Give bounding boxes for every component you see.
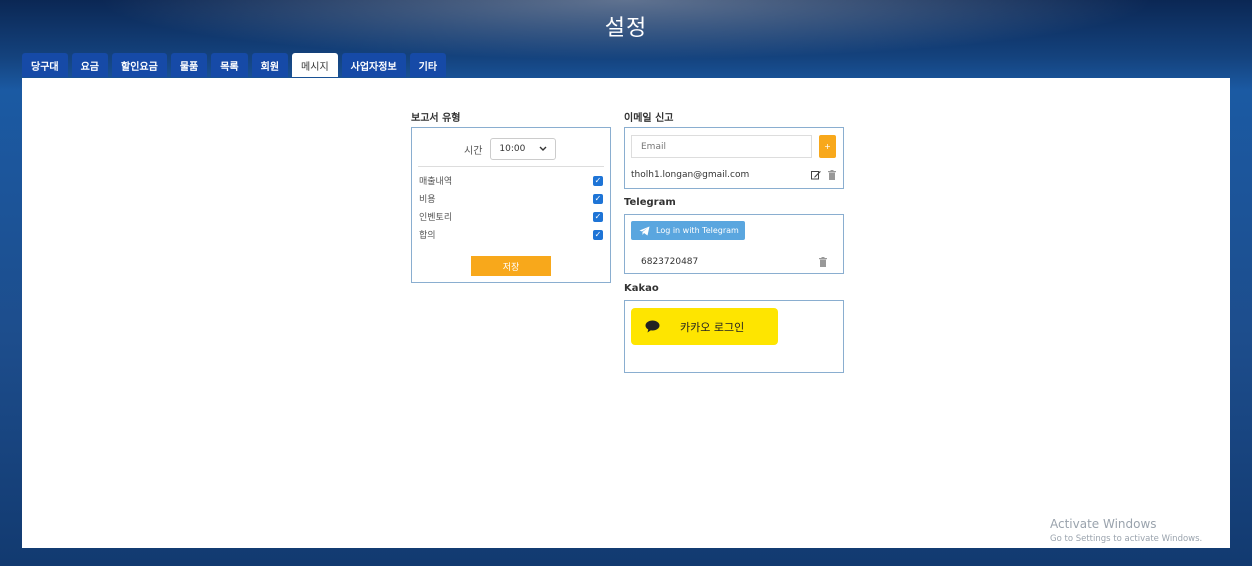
tab-bar: 당구대 요금 할인요금 물품 목록 회원 메시지 사업자정보 기타 xyxy=(22,53,447,77)
save-button[interactable]: 저장 xyxy=(471,256,551,276)
telegram-login-label: Log in with Telegram xyxy=(656,226,739,235)
divider xyxy=(418,166,604,167)
report-item-label: 매출내역 xyxy=(419,177,453,187)
tab-content-panel: 보고서 유형 시간 10:00 매출내역 ✓ 비용 ✓ 인벤토리 ✓ 합의 ✓ … xyxy=(22,78,1230,548)
activate-windows-watermark: Activate Windows Go to Settings to activ… xyxy=(1050,517,1202,544)
telegram-login-button[interactable]: Log in with Telegram xyxy=(631,221,745,240)
tab-business-info[interactable]: 사업자정보 xyxy=(341,53,406,77)
telegram-icon xyxy=(639,226,650,235)
chevron-down-icon xyxy=(539,146,547,151)
report-item-label: 인벤토리 xyxy=(419,213,453,223)
trash-icon[interactable] xyxy=(819,257,827,267)
watermark-line2: Go to Settings to activate Windows. xyxy=(1050,534,1203,544)
speech-bubble-icon xyxy=(645,320,660,333)
report-item-checkbox[interactable]: ✓ xyxy=(593,212,603,222)
tab-messages[interactable]: 메시지 xyxy=(292,53,338,77)
telegram-section-title: Telegram xyxy=(624,197,676,208)
tab-discount-rates[interactable]: 할인요금 xyxy=(112,53,167,77)
email-entry: tholh1.longan@gmail.com xyxy=(631,170,750,180)
time-label: 시간 xyxy=(464,145,483,157)
tab-list[interactable]: 목록 xyxy=(211,53,248,77)
tab-members[interactable]: 회원 xyxy=(251,53,289,77)
kakao-login-label: 카카오 로그인 xyxy=(680,320,745,334)
report-box: 시간 10:00 매출내역 ✓ 비용 ✓ 인벤토리 ✓ 합의 ✓ 저장 xyxy=(411,127,611,283)
kakao-box: 카카오 로그인 xyxy=(624,300,844,373)
add-email-button[interactable]: + xyxy=(819,135,836,158)
report-item-label: 합의 xyxy=(419,231,436,241)
tab-other[interactable]: 기타 xyxy=(409,53,447,77)
telegram-chat-id: 6823720487 xyxy=(641,257,699,267)
time-select[interactable]: 10:00 xyxy=(490,138,557,160)
email-input[interactable]: Email xyxy=(631,135,812,158)
tab-rates[interactable]: 요금 xyxy=(71,53,109,77)
telegram-box: Log in with Telegram 6823720487 xyxy=(624,214,844,274)
tab-goods[interactable]: 물품 xyxy=(170,53,208,77)
time-value: 10:00 xyxy=(499,144,526,154)
report-item-checkbox[interactable]: ✓ xyxy=(593,176,603,186)
email-section-title: 이메일 신고 xyxy=(624,113,674,124)
report-section-title: 보고서 유형 xyxy=(411,113,461,124)
window-frame: 설정 당구대 요금 할인요금 물품 목록 회원 메시지 사업자정보 기타 보고서… xyxy=(0,0,1252,566)
time-row: 시간 10:00 xyxy=(464,138,557,160)
report-item-checkbox[interactable]: ✓ xyxy=(593,230,603,240)
tab-billiard-table[interactable]: 당구대 xyxy=(22,53,68,77)
edit-icon[interactable] xyxy=(811,170,821,180)
kakao-section-title: Kakao xyxy=(624,283,659,294)
report-item-checkbox[interactable]: ✓ xyxy=(593,194,603,204)
trash-icon[interactable] xyxy=(828,170,836,180)
window-title: 설정 xyxy=(604,16,648,41)
email-box: Email + tholh1.longan@gmail.com xyxy=(624,127,844,189)
report-item-label: 비용 xyxy=(419,195,436,205)
kakao-login-button[interactable]: 카카오 로그인 xyxy=(631,308,778,345)
watermark-line1: Activate Windows xyxy=(1050,517,1157,531)
